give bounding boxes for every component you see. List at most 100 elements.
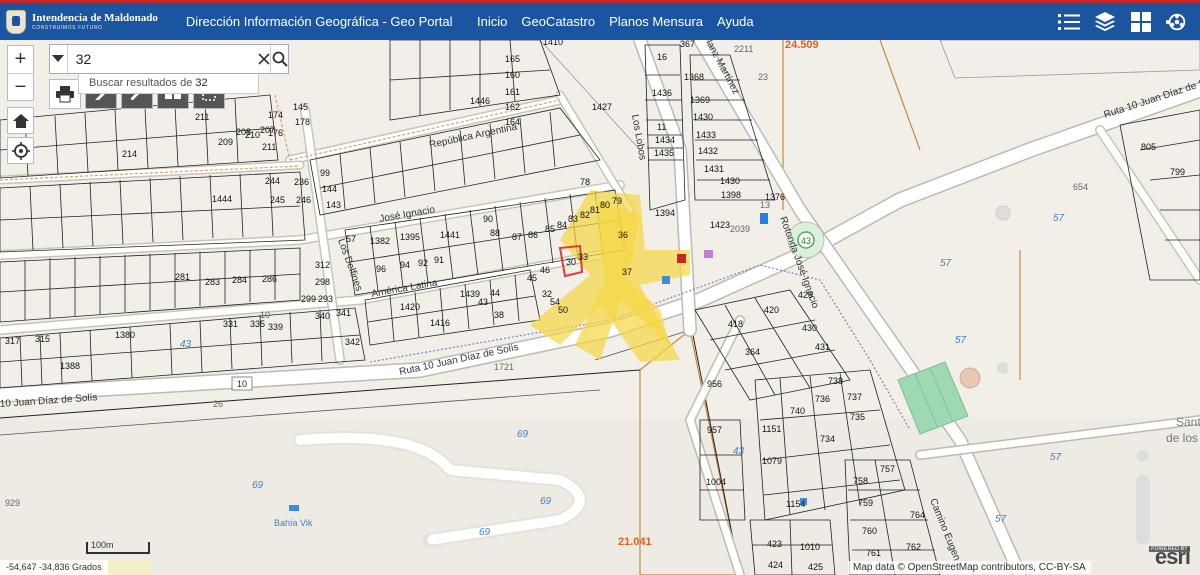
parcel-number[interactable]: 1430 <box>720 176 740 186</box>
parcel-number[interactable]: 99 <box>320 168 330 178</box>
parcel-number[interactable]: 1151 <box>762 424 781 434</box>
parcel-number[interactable]: 762 <box>906 542 921 552</box>
parcel-number[interactable]: 1420 <box>400 302 420 312</box>
parcel-number[interactable]: 331 <box>223 319 238 329</box>
parcel-number[interactable]: 87 <box>512 232 522 242</box>
parcel-number[interactable]: 143 <box>326 200 341 210</box>
parcel-number[interactable]: 340 <box>315 311 330 321</box>
parcel-number[interactable]: 236 <box>294 177 309 187</box>
parcel-number[interactable]: 94 <box>400 260 410 270</box>
parcel-number[interactable]: 90 <box>483 214 493 224</box>
parcel-number[interactable]: 36 <box>618 230 628 240</box>
parcel-number[interactable]: 420 <box>764 305 779 315</box>
home-button[interactable] <box>7 107 34 134</box>
parcel-number[interactable]: 286 <box>262 274 277 284</box>
parcel-number[interactable]: 1154 <box>786 499 805 509</box>
parcel-number[interactable]: 1382 <box>370 236 390 246</box>
parcel-number[interactable]: 88 <box>490 228 500 238</box>
parcel-number[interactable]: 734 <box>820 434 835 444</box>
parcel-number[interactable]: 1079 <box>762 456 782 466</box>
parcel-number[interactable]: 78 <box>580 177 590 187</box>
parcel-number[interactable]: 30 <box>566 257 576 267</box>
parcel-number[interactable]: 281 <box>175 272 190 282</box>
parcel-number[interactable]: 209 <box>218 137 233 147</box>
parcel-number[interactable]: 761 <box>866 548 881 558</box>
parcel-number[interactable]: 145 <box>293 102 308 112</box>
locate-button[interactable] <box>7 137 34 164</box>
brand-logo[interactable]: Intendencia de Maldonado CONSTRUIMOS FUT… <box>0 3 158 40</box>
parcel-number[interactable]: 1004 <box>706 477 726 487</box>
parcel-number[interactable]: 1395 <box>400 232 420 242</box>
parcel-number[interactable]: 164 <box>505 117 520 127</box>
parcel-number[interactable]: 956 <box>707 379 722 389</box>
parcel-number[interactable]: 178 <box>295 117 310 127</box>
parcel-number[interactable]: 293 <box>318 294 333 304</box>
map-view[interactable]: 10 43 República Argentina José Ignacio A… <box>0 40 1200 575</box>
parcel-number[interactable]: 758 <box>853 476 868 486</box>
parcel-number[interactable]: 1410 <box>543 40 563 47</box>
parcel-number[interactable]: 1431 <box>704 164 724 174</box>
parcel-number[interactable]: 317 <box>5 336 20 346</box>
print-button[interactable] <box>49 79 81 109</box>
parcel-number[interactable]: 161 <box>505 87 520 97</box>
hotel-poi-icon[interactable] <box>289 505 299 511</box>
parcel-number[interactable]: 162 <box>505 102 520 112</box>
search-clear-button[interactable] <box>257 45 271 73</box>
parcel-number[interactable]: 45 <box>527 273 537 283</box>
bus-poi-icon[interactable] <box>662 276 670 284</box>
parcel-number[interactable]: 174 <box>268 110 283 120</box>
parcel-number[interactable]: 430 <box>802 323 817 333</box>
parcel-number[interactable]: 339 <box>268 322 283 332</box>
fuel-poi-icon[interactable] <box>760 213 768 224</box>
parcel-number[interactable]: 805 <box>1141 142 1156 152</box>
search-suggestion[interactable]: Buscar resultados de 32 <box>78 74 259 94</box>
parcel-number[interactable]: 312 <box>315 260 330 270</box>
parcel-number[interactable]: 33 <box>578 252 588 262</box>
parcel-number[interactable]: 764 <box>910 510 925 520</box>
parcel-number[interactable]: 1441 <box>440 230 460 240</box>
parcel-number[interactable]: 207 <box>260 125 275 135</box>
parcel-number[interactable]: 1436 <box>652 88 672 98</box>
parcel-number[interactable]: 418 <box>728 319 743 329</box>
parcel-number[interactable]: 284 <box>232 275 247 285</box>
parcel-number[interactable]: 364 <box>745 347 760 357</box>
parcel-number[interactable]: 1010 <box>800 542 820 552</box>
parcel-number[interactable]: 298 <box>315 277 330 287</box>
parcel-number[interactable]: 737 <box>847 392 862 402</box>
parcel-number[interactable]: 16 <box>657 52 667 62</box>
parcel-number[interactable]: 315 <box>35 334 50 344</box>
parcel-number[interactable]: 84 <box>557 220 567 230</box>
parcel-number[interactable]: 1423 <box>710 220 730 230</box>
parcel-number[interactable]: 44 <box>490 288 500 298</box>
parcel-number[interactable]: 342 <box>345 337 360 347</box>
parcel-number[interactable]: 50 <box>558 305 568 315</box>
parcel-number[interactable]: 11 <box>657 122 666 132</box>
parcel-number[interactable]: 165 <box>505 54 520 64</box>
parcel-number[interactable]: 1433 <box>696 130 716 140</box>
parcel-number[interactable]: 81 <box>590 205 600 215</box>
parcel-number[interactable]: 740 <box>790 406 805 416</box>
nav-planos-mensura[interactable]: Planos Mensura <box>609 14 703 29</box>
parcel-number[interactable]: 735 <box>850 412 865 422</box>
parcel-number[interactable]: 738 <box>828 376 843 386</box>
parcel-number[interactable]: 429 <box>798 290 813 300</box>
parcel-number[interactable]: 211 <box>262 142 276 152</box>
parcel-number[interactable]: 423 <box>767 539 782 549</box>
parcel-number[interactable]: 82 <box>580 210 590 220</box>
parcel-number[interactable]: 299 <box>301 294 316 304</box>
hospital-poi-icon[interactable] <box>677 254 686 263</box>
parcel-number[interactable]: 759 <box>858 498 873 508</box>
parcel-number[interactable]: 79 <box>612 196 622 206</box>
parcel-number[interactable]: 335 <box>250 319 265 329</box>
parcel-number[interactable]: 341 <box>336 308 351 318</box>
parcel-number[interactable]: 1444 <box>212 194 232 204</box>
parcel-number[interactable]: 46 <box>540 265 550 275</box>
basemap-gallery-icon[interactable] <box>1130 11 1152 33</box>
map-tools-icon[interactable] <box>1166 11 1188 33</box>
parcel-number[interactable]: 43 <box>478 297 488 307</box>
nav-inicio[interactable]: Inicio <box>477 14 507 29</box>
parcel-number[interactable]: 760 <box>862 526 877 536</box>
parcel-number[interactable]: 210 <box>245 130 260 140</box>
parcel-number[interactable]: 1435 <box>654 148 674 158</box>
parcel-number[interactable]: 1432 <box>698 146 718 156</box>
